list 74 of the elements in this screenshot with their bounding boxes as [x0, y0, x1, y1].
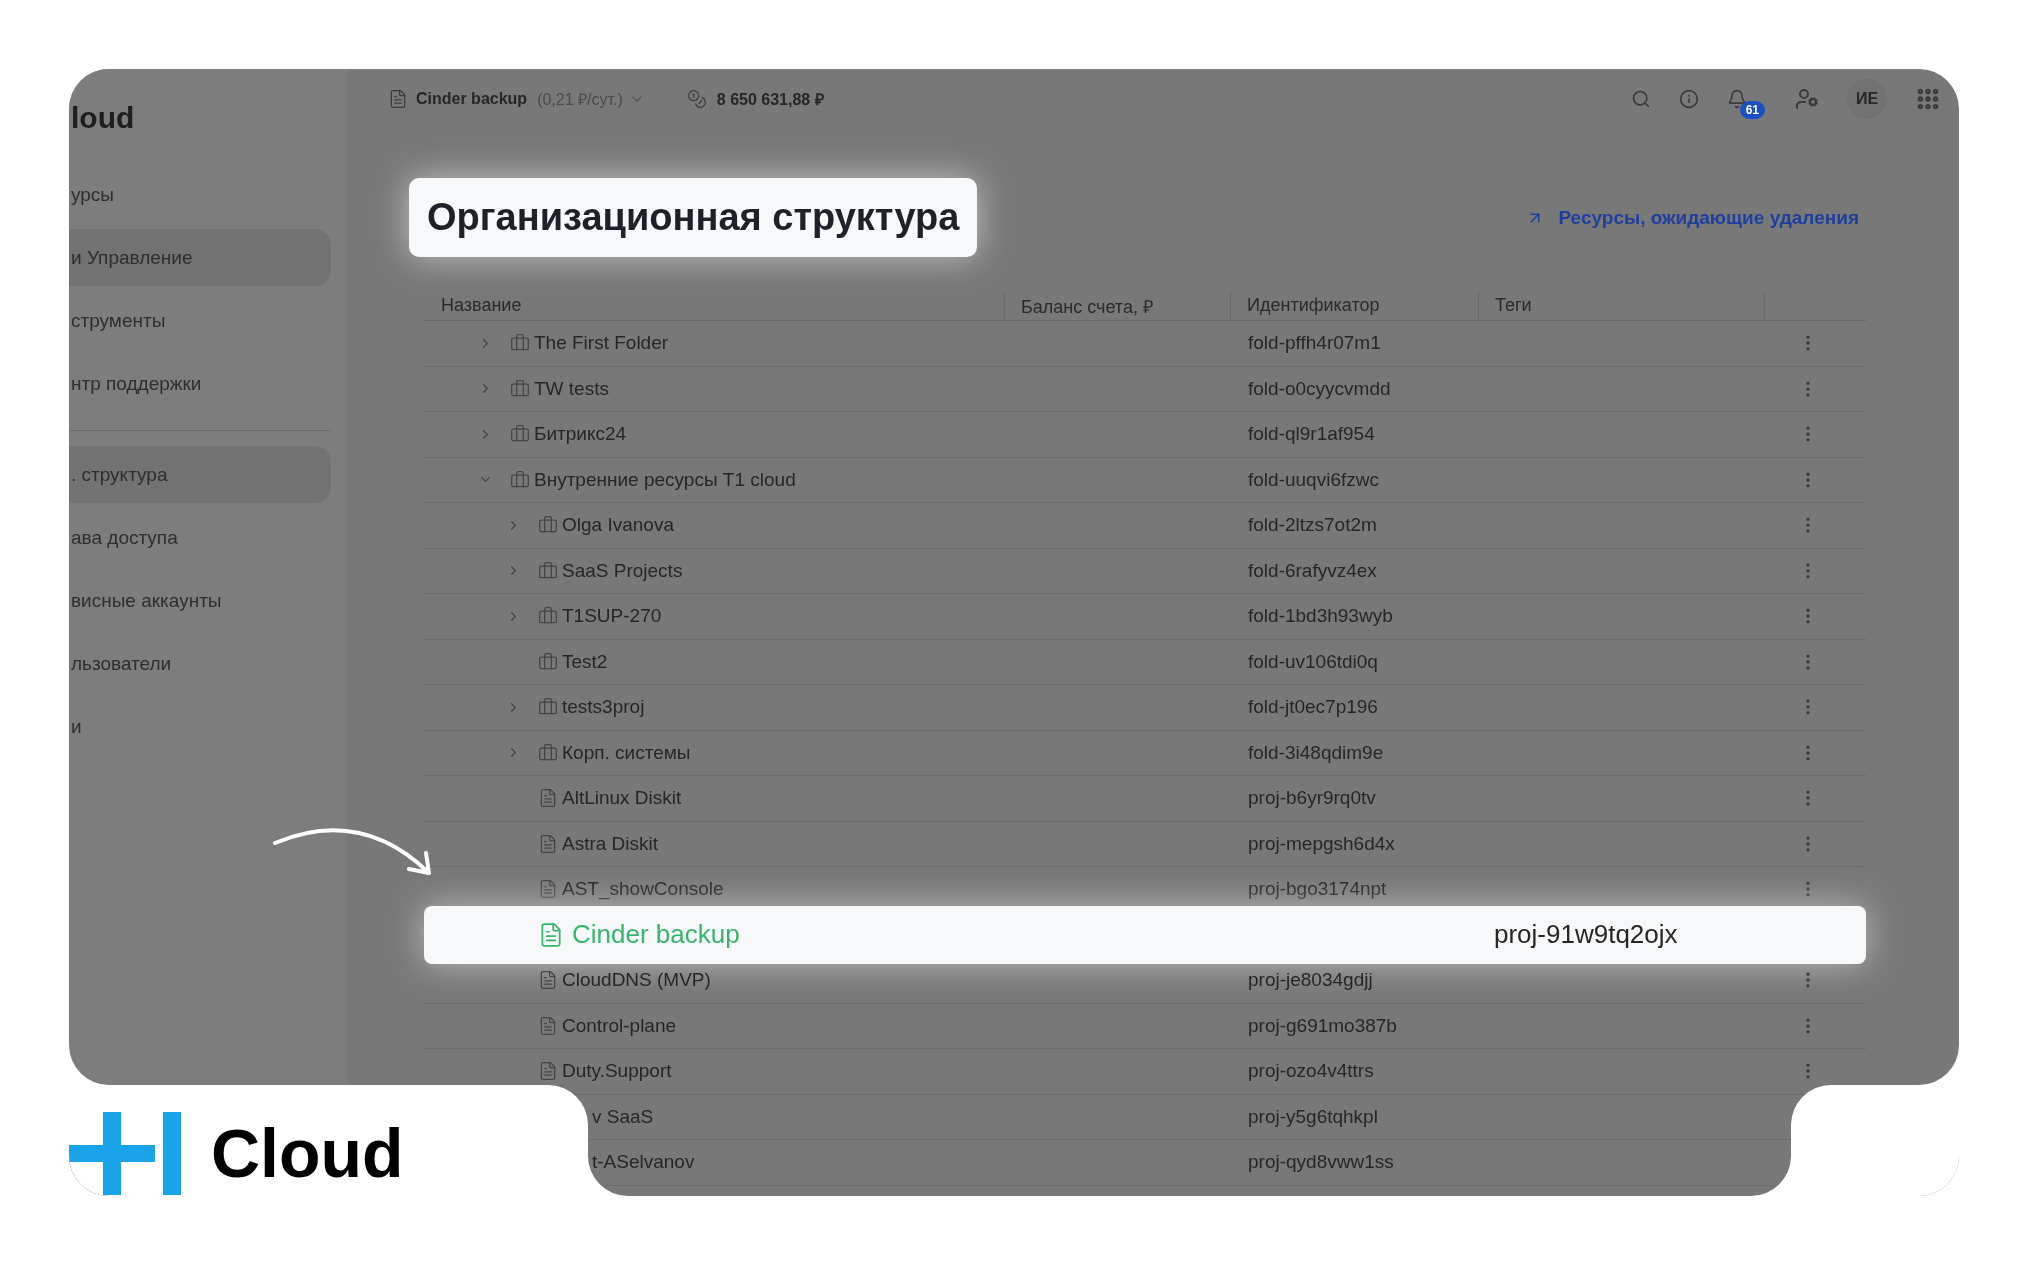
sidebar-item[interactable]: урсы: [69, 166, 331, 223]
resource-name[interactable]: Olga Ivanova: [562, 514, 674, 537]
resource-id: proj-g691mo387b: [1247, 1014, 1398, 1037]
resource-name[interactable]: SaaS Projects: [562, 559, 683, 582]
resource-name[interactable]: The First Folder: [534, 332, 669, 355]
document-icon: [538, 1061, 558, 1082]
project-name: Cinder backup: [572, 919, 740, 951]
document-icon: [538, 921, 564, 948]
resource-name[interactable]: AltLinux Diskit: [562, 787, 682, 810]
page-title: Организационная структура: [409, 178, 978, 257]
resource-name[interactable]: Корп. системы: [562, 741, 691, 764]
resource-name[interactable]: Astra Diskit: [562, 832, 659, 855]
sidebar-item[interactable]: . структура: [69, 446, 331, 503]
resource-name[interactable]: T1SUP-270: [562, 605, 662, 628]
resource-id: fold-2ltzs7ot2m: [1247, 514, 1378, 537]
sidebar-item[interactable]: висные аккаунты: [69, 572, 331, 629]
briefcase-icon: [538, 651, 558, 672]
resource-name[interactable]: v SaaS: [592, 1105, 654, 1128]
sidebar-item[interactable]: струменты: [69, 292, 331, 349]
resource-name[interactable]: CloudDNS (MVP): [562, 969, 711, 992]
resource-id: proj-y5g6tqhkpl: [1247, 1105, 1379, 1128]
document-icon: [538, 833, 558, 854]
sidebar-item[interactable]: нтр поддержки: [69, 355, 331, 412]
brand-name: loud: [70, 99, 136, 136]
sidebar-item[interactable]: ава доступа: [69, 509, 331, 566]
resource-id: fold-jt0ec7p196: [1247, 696, 1379, 719]
sidebar-item[interactable]: и Управление: [69, 229, 331, 286]
document-icon: [538, 970, 558, 991]
column-header: Теги: [1478, 291, 1764, 320]
document-icon: [538, 879, 558, 900]
resource-id: fold-o0cyycvmdd: [1247, 377, 1392, 400]
resource-id: proj-ozo4v4ttrs: [1247, 1060, 1375, 1083]
briefcase-icon: [510, 378, 530, 399]
document-icon: [538, 788, 558, 809]
resource-name[interactable]: Duty.Support: [562, 1060, 672, 1083]
resource-id: proj-je8034gdjj: [1247, 969, 1374, 992]
document-icon: [388, 89, 408, 109]
logo-text: Cloud: [211, 1114, 404, 1192]
resource-id: fold-uv106tdi0q: [1247, 650, 1379, 673]
resource-name[interactable]: Внутренние ресурсы T1 cloud: [534, 468, 796, 491]
resource-id: fold-1bd3h93wyb: [1247, 605, 1394, 628]
sidebar-item[interactable]: и: [69, 698, 331, 755]
document-icon: [538, 1015, 558, 1036]
resource-name[interactable]: Control-plane: [562, 1014, 677, 1037]
resource-id: fold-uuqvi6fzwc: [1247, 468, 1380, 491]
account-balance: 8 650 631,88 ₽: [716, 90, 824, 110]
briefcase-icon: [538, 560, 558, 581]
resource-id: fold-6rafyvz4ex: [1247, 559, 1378, 582]
sidebar-item[interactable]: льзователи: [69, 635, 331, 692]
user-avatar[interactable]: ИЕ: [1847, 79, 1887, 119]
resource-id: fold-3i48qdim9e: [1247, 741, 1385, 764]
highlighted-row[interactable]: Cinder backup proj-91w9tq2ojx: [424, 905, 1866, 964]
resource-id: fold-ql9r1af954: [1247, 423, 1376, 446]
resource-id: proj-bgo3174npt: [1247, 878, 1388, 901]
column-header: Идентификатор: [1230, 291, 1478, 320]
resource-id: proj-mepgsh6d4x: [1247, 832, 1396, 855]
project-id: proj-91w9tq2ojx: [1493, 919, 1679, 951]
pending-deletion-link[interactable]: Ресурсы, ожидающие удаления: [1526, 206, 1859, 229]
resource-name[interactable]: Битрикс24: [534, 423, 627, 446]
column-header: Баланс счета, ₽: [1004, 291, 1230, 320]
notification-count: 61: [1739, 101, 1765, 119]
briefcase-icon: [538, 742, 558, 763]
resource-name[interactable]: TW tests: [534, 377, 609, 400]
briefcase-icon: [510, 469, 530, 490]
resource-name[interactable]: AST_showConsole: [562, 878, 724, 901]
resource-id: fold-pffh4r07m1: [1247, 332, 1382, 355]
resource-name[interactable]: tests3proj: [562, 696, 645, 719]
resource-name[interactable]: Test2: [562, 650, 608, 673]
coins-icon: [686, 89, 707, 109]
resource-name[interactable]: t-ASelvanov: [592, 1151, 695, 1174]
resource-id: proj-qyd8vww1ss: [1247, 1151, 1395, 1174]
project-name[interactable]: Cinder backup: [416, 90, 528, 108]
column-header: Название: [440, 294, 523, 317]
resource-id: proj-b6yr9rq0tv: [1247, 787, 1377, 810]
